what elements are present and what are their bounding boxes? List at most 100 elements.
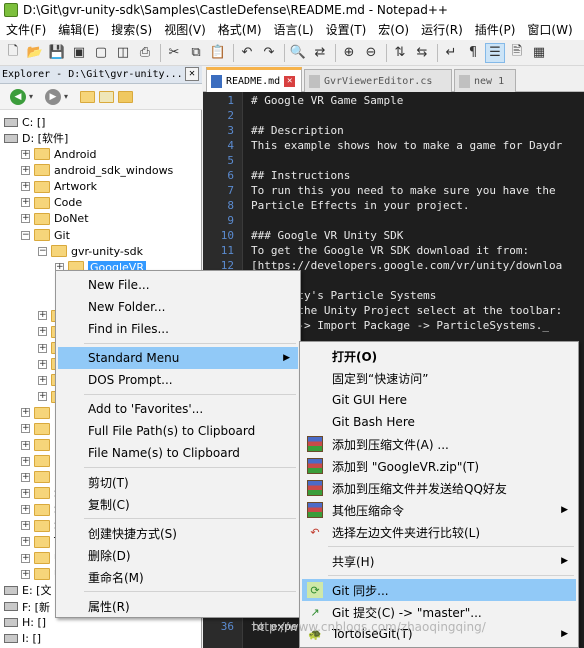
submenu-item[interactable]: Git Bash Here	[302, 411, 576, 433]
zoom-in-icon[interactable]: ⊕	[339, 43, 359, 63]
forward-dropdown-icon[interactable]: ▾	[64, 92, 68, 101]
submenu-item[interactable]: 添加到 "GoogleVR.zip"(T)	[302, 455, 576, 477]
tree-item[interactable]: + Artwork	[21, 179, 97, 195]
expand-toggle-icon[interactable]: +	[21, 440, 30, 450]
expand-toggle-icon[interactable]: +	[21, 198, 30, 208]
context-menu-item[interactable]: 剪切(T)	[58, 471, 298, 493]
sync-horizontal-icon[interactable]: ⇆	[412, 43, 432, 63]
submenu-item[interactable]: Git GUI Here	[302, 389, 576, 411]
submenu-item[interactable]: 共享(H) ▶	[302, 550, 576, 572]
expand-toggle-icon[interactable]: +	[21, 521, 30, 531]
expand-toggle-icon[interactable]: −	[21, 230, 30, 240]
context-menu-item[interactable]: Standard Menu ▶	[58, 347, 298, 369]
document-map-icon[interactable]: ▦	[529, 43, 549, 63]
context-menu-item[interactable]: Full File Path(s) to Clipboard	[58, 420, 298, 442]
close-icon[interactable]: ▢	[91, 43, 111, 63]
print-icon[interactable]: ⎙	[135, 43, 155, 63]
tree-item[interactable]: H: []	[4, 615, 46, 631]
expand-toggle-icon[interactable]: +	[21, 408, 30, 418]
redo-icon[interactable]: ↷	[259, 43, 279, 63]
back-dropdown-icon[interactable]: ▾	[29, 92, 33, 101]
tree-item[interactable]: C: []	[4, 114, 45, 130]
expand-toggle-icon[interactable]: +	[38, 311, 47, 321]
expand-toggle-icon[interactable]: +	[21, 472, 30, 482]
menu-item[interactable]: 插件(P)	[469, 20, 522, 40]
tree-item[interactable]: + Android	[21, 146, 97, 162]
cut-icon[interactable]: ✂	[164, 43, 184, 63]
folder-as-workspace-icon[interactable]: 🖹	[507, 43, 527, 63]
tab-readme[interactable]: README.md ✕	[206, 67, 302, 93]
expand-toggle-icon[interactable]: +	[21, 165, 30, 175]
context-menu-item[interactable]: 重命名(M)	[58, 566, 298, 588]
save-icon[interactable]: 💾	[47, 43, 67, 63]
menu-item[interactable]: 运行(R)	[415, 20, 469, 40]
find-icon[interactable]: 🔍	[288, 43, 308, 63]
expand-toggle-icon[interactable]: +	[38, 392, 47, 402]
context-menu-item[interactable]: Add to 'Favorites'...	[58, 398, 298, 420]
paste-icon[interactable]: 📋	[208, 43, 228, 63]
tab-new-1[interactable]: new 1	[454, 69, 516, 92]
replace-icon[interactable]: ⇄	[310, 43, 330, 63]
submenu-item[interactable]: 其他压缩命令 ▶	[302, 499, 576, 521]
open-file-icon[interactable]: 📂	[25, 43, 45, 63]
menu-item[interactable]: 文件(F)	[0, 20, 52, 40]
find-in-files-icon[interactable]	[99, 90, 115, 103]
submenu-item[interactable]: 添加到压缩文件并发送给QQ好友	[302, 477, 576, 499]
tree-item[interactable]: + Code	[21, 195, 82, 211]
context-menu-item[interactable]: 删除(D)	[58, 544, 298, 566]
expand-toggle-icon[interactable]: +	[21, 424, 30, 434]
menu-item[interactable]: 编辑(E)	[52, 20, 105, 40]
favorites-icon[interactable]	[118, 90, 134, 103]
context-menu-item[interactable]: New Folder...	[58, 296, 298, 318]
tree-item[interactable]: D: [软件]	[4, 130, 68, 146]
show-all-chars-icon[interactable]: ¶	[463, 43, 483, 63]
menu-item[interactable]: 搜索(S)	[105, 20, 158, 40]
context-menu-item[interactable]: 复制(C)	[58, 493, 298, 515]
expand-toggle-icon[interactable]: +	[21, 553, 30, 563]
submenu-item[interactable]: ⟳ Git 同步...	[302, 579, 576, 601]
zoom-out-icon[interactable]: ⊖	[361, 43, 381, 63]
submenu-item[interactable]: 添加到压缩文件(A) ...	[302, 433, 576, 455]
new-folder-icon[interactable]	[80, 90, 96, 103]
context-menu-item[interactable]: DOS Prompt...	[58, 369, 298, 391]
menu-item[interactable]: 宏(O)	[372, 20, 415, 40]
tab-gvrviewereditor[interactable]: GvrViewerEditor.cs	[304, 69, 452, 92]
tree-item[interactable]: + android_sdk_windows	[21, 162, 173, 178]
expand-toggle-icon[interactable]: +	[21, 505, 30, 515]
sync-vertical-icon[interactable]: ⇅	[390, 43, 410, 63]
submenu-item[interactable]: 固定到“快速访问”	[302, 367, 576, 389]
word-wrap-icon[interactable]: ↵	[441, 43, 461, 63]
expand-toggle-icon[interactable]: +	[21, 182, 30, 192]
expand-toggle-icon[interactable]: +	[21, 456, 30, 466]
back-icon[interactable]: ◀	[10, 88, 26, 105]
tree-item[interactable]: E: [文	[4, 582, 51, 598]
expand-toggle-icon[interactable]: +	[38, 359, 47, 369]
expand-toggle-icon[interactable]: +	[38, 327, 47, 337]
tree-item[interactable]: I: []	[4, 631, 41, 647]
tree-item[interactable]: F: [新	[4, 599, 50, 615]
context-menu-item[interactable]: Find in Files...	[58, 318, 298, 340]
tree-item[interactable]: − gvr-unity-sdk	[38, 243, 143, 259]
menu-item[interactable]: 设置(T)	[320, 20, 373, 40]
expand-toggle-icon[interactable]: +	[21, 488, 30, 498]
expand-toggle-icon[interactable]: +	[21, 149, 30, 159]
expand-toggle-icon[interactable]: +	[21, 537, 30, 547]
expand-toggle-icon[interactable]: +	[38, 375, 47, 385]
new-file-icon[interactable]: 🗋	[3, 43, 23, 63]
submenu-item[interactable]: ↶ 选择左边文件夹进行比较(L)	[302, 521, 576, 543]
copy-icon[interactable]: ⧉	[186, 43, 206, 63]
context-menu-item[interactable]: 属性(R)	[58, 595, 298, 617]
tree-item[interactable]: − Git	[21, 227, 70, 243]
expand-toggle-icon[interactable]: +	[21, 569, 30, 579]
forward-icon[interactable]: ▶	[45, 88, 62, 105]
close-all-icon[interactable]: ◫	[113, 43, 133, 63]
menu-item[interactable]: 窗口(W)	[521, 20, 578, 40]
menu-item[interactable]: 语言(L)	[268, 20, 320, 40]
save-all-icon[interactable]: ▣	[69, 43, 89, 63]
menu-item[interactable]: 格式(M)	[212, 20, 268, 40]
context-menu-item[interactable]: 创建快捷方式(S)	[58, 522, 298, 544]
submenu-item[interactable]: 打开(O)	[302, 345, 576, 367]
tab-close-icon[interactable]: ✕	[284, 76, 296, 87]
expand-toggle-icon[interactable]: −	[38, 246, 47, 256]
context-menu-item[interactable]: File Name(s) to Clipboard	[58, 442, 298, 464]
